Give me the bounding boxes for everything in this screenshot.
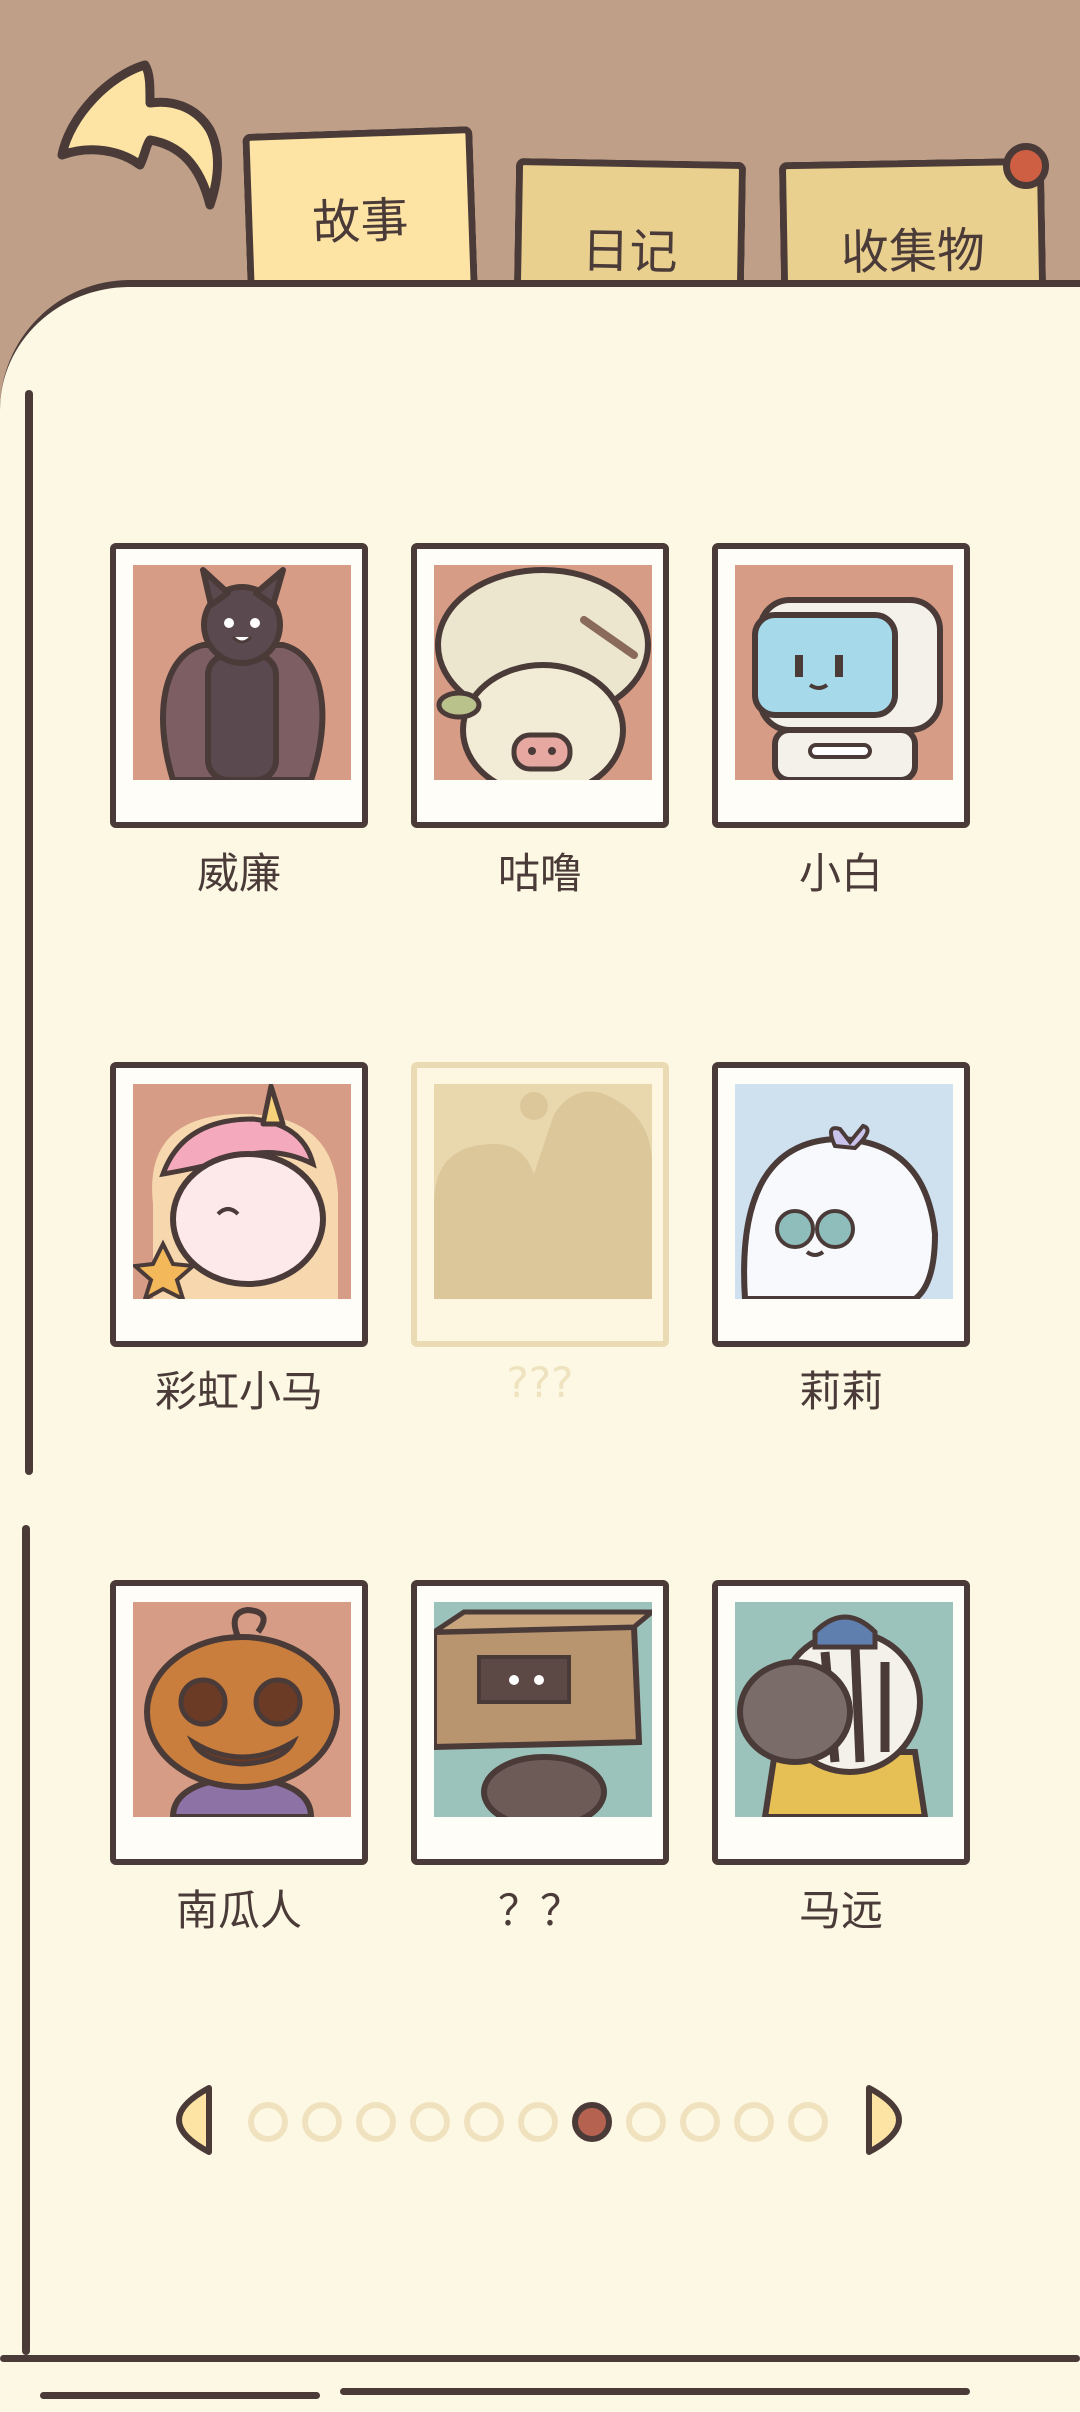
ghost-character-icon: [735, 1084, 953, 1299]
pumpkin-character-icon: [133, 1602, 351, 1817]
chevron-left-icon: [176, 2085, 212, 2155]
back-arrow-icon: [57, 60, 222, 210]
bat-character-icon: [133, 565, 351, 780]
character-name: 马远: [798, 1886, 883, 1935]
zebra-character-icon: [735, 1602, 953, 1817]
notification-dot: [1003, 143, 1049, 189]
character-name: ？？: [497, 1886, 582, 1935]
robot-character-icon: [735, 565, 953, 780]
next-page-button[interactable]: [863, 2084, 903, 2156]
page-dot[interactable]: [626, 2102, 666, 2142]
page-edge-line: [25, 390, 33, 1475]
page-dot[interactable]: [302, 2102, 342, 2142]
unicorn-character-icon: [133, 1084, 351, 1299]
character-name: 小白: [798, 849, 883, 898]
chevron-right-icon: [866, 2085, 902, 2155]
page-dot[interactable]: [518, 2102, 558, 2142]
page-dot[interactable]: [788, 2102, 828, 2142]
locked-silhouette-icon: [434, 1084, 652, 1299]
character-card-william[interactable]: [110, 543, 368, 828]
character-card-pumpkin-man[interactable]: [110, 1580, 368, 1865]
tab-diary[interactable]: 日记: [513, 158, 747, 292]
sheep-character-icon: [434, 565, 652, 780]
tab-story[interactable]: 故事: [242, 126, 478, 294]
character-card-rainbow-pony[interactable]: [110, 1062, 368, 1347]
character-name-locked: ???: [506, 1358, 574, 1407]
character-card-locked[interactable]: [411, 1062, 669, 1347]
page-dot[interactable]: [410, 2102, 450, 2142]
page-dot[interactable]: [464, 2102, 504, 2142]
prev-page-button[interactable]: [175, 2084, 215, 2156]
character-card-gulu[interactable]: [411, 543, 669, 828]
page-dot[interactable]: [356, 2102, 396, 2142]
character-name: 南瓜人: [175, 1886, 302, 1935]
page-dot[interactable]: [572, 2102, 612, 2142]
character-name: 彩虹小马: [154, 1367, 323, 1416]
character-name: 莉莉: [798, 1367, 883, 1416]
page-dot[interactable]: [734, 2102, 774, 2142]
page-bottom-line: [0, 2355, 1080, 2362]
character-card-mayuan[interactable]: [712, 1580, 970, 1865]
character-name: 威廉: [196, 849, 281, 898]
character-card-box[interactable]: [411, 1580, 669, 1865]
page-dot[interactable]: [248, 2102, 288, 2142]
back-button[interactable]: [50, 55, 250, 255]
page-bottom-line: [340, 2388, 970, 2395]
page-edge-line: [22, 1525, 30, 2355]
page-bottom-line: [40, 2392, 320, 2399]
page-dot[interactable]: [680, 2102, 720, 2142]
character-card-lily[interactable]: [712, 1062, 970, 1347]
character-card-xiaobai[interactable]: [712, 543, 970, 828]
character-name: 咕噜: [497, 849, 582, 898]
box-character-icon: [434, 1602, 652, 1817]
